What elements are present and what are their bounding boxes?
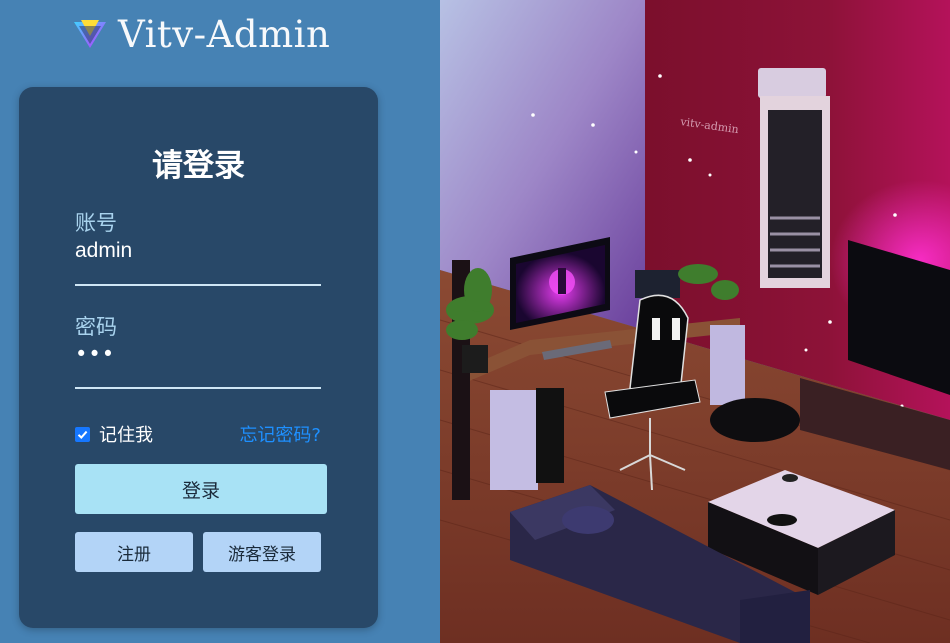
gamepad-icon (767, 514, 797, 526)
login-title: 请登录 (152, 148, 245, 184)
window-glass (768, 110, 822, 278)
gaming-room-scene: vitv-admin (440, 0, 950, 643)
room-illustration: vitv-admin (440, 0, 950, 643)
forgot-password-link[interactable]: 忘记密码? (239, 421, 321, 447)
vite-logo-icon (74, 20, 106, 48)
desk-drawer-left (490, 390, 538, 490)
pouf (710, 398, 800, 442)
guest-login-button[interactable]: 游客登录 (203, 532, 321, 572)
account-input[interactable] (75, 239, 315, 263)
remember-me[interactable]: 记住我 (75, 421, 153, 447)
login-card: 请登录 账号 密码 ••• 记住我 忘记密码? 登录 注册 游客登录 (19, 87, 378, 628)
desk-drawer-right (710, 325, 745, 405)
checkmark-icon (77, 430, 88, 439)
left-panel: Vitv-Admin 请登录 账号 密码 ••• 记住我 忘记密码? 登录 注册… (0, 0, 440, 643)
account-label: 账号 (75, 211, 117, 235)
air-conditioner (758, 68, 826, 98)
account-underline (75, 284, 321, 286)
login-button[interactable]: 登录 (75, 464, 327, 514)
remember-label: 记住我 (99, 425, 153, 446)
password-underline (75, 387, 321, 389)
character-silhouette (558, 268, 566, 294)
password-input[interactable]: ••• (75, 342, 315, 366)
brand-header: Vitv-Admin (72, 10, 330, 58)
pc-tower (536, 388, 564, 483)
plant-pot (462, 345, 488, 373)
register-button[interactable]: 注册 (75, 532, 193, 572)
cushion (562, 506, 614, 534)
brand-name: Vitv-Admin (118, 12, 331, 56)
laptop (635, 270, 680, 298)
password-label: 密码 (75, 315, 117, 339)
remember-checkbox[interactable] (75, 426, 90, 442)
